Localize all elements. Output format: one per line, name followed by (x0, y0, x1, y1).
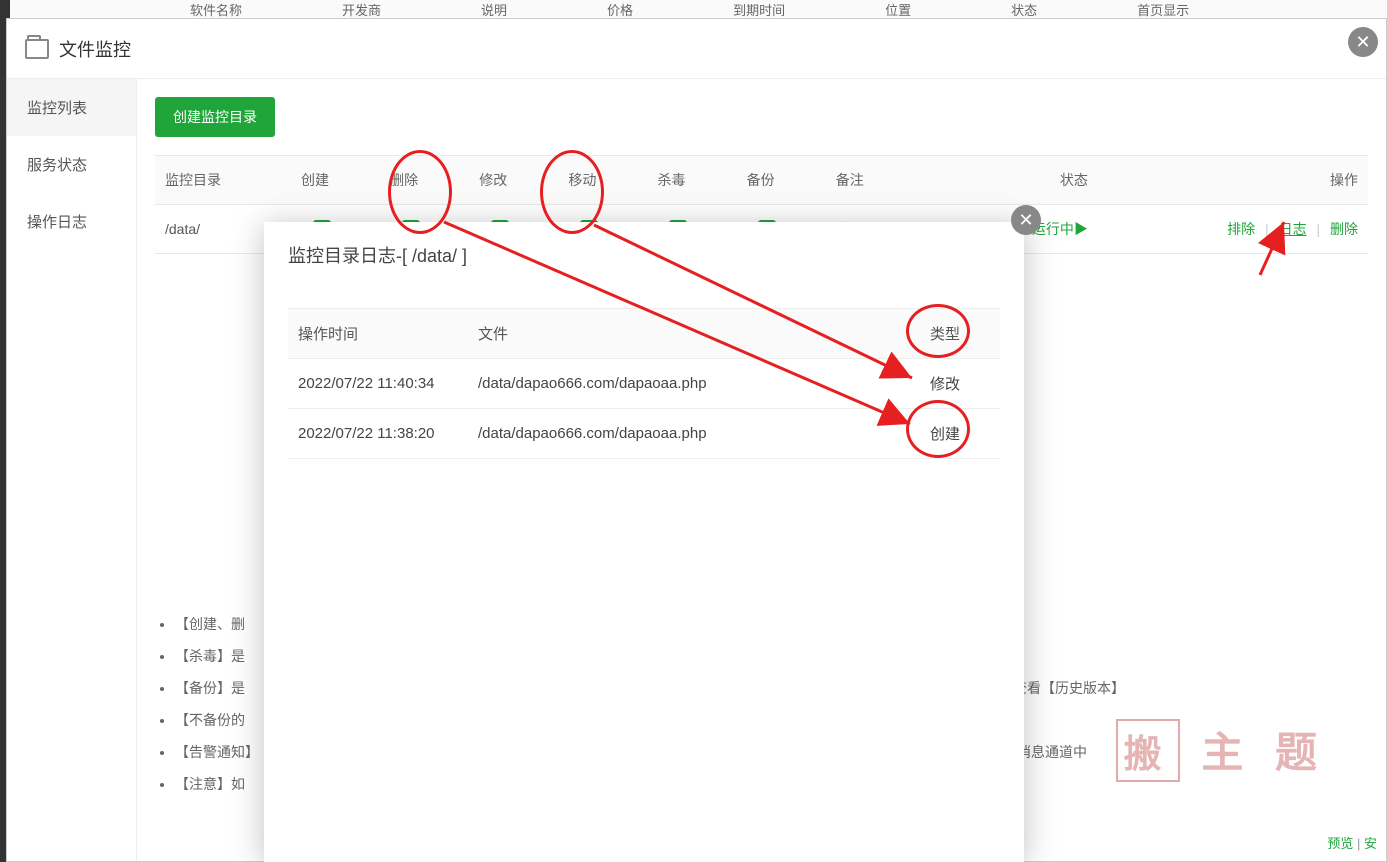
log-row: 2022/07/22 11:38:20 /data/dapao666.com/d… (288, 409, 1000, 459)
th-modify: 修改 (469, 156, 558, 205)
bg-header-row: 软件名称 开发商 说明 价格 到期时间 位置 状态 首页显示 (10, 0, 1387, 20)
footer-preview[interactable]: 预览 (1327, 836, 1353, 851)
th-backup: 备份 (737, 156, 826, 205)
nav-monitor-list[interactable]: 监控列表 (7, 79, 136, 136)
log-row: 2022/07/22 11:40:34 /data/dapao666.com/d… (288, 359, 1000, 409)
log-th-type: 类型 (920, 309, 1000, 359)
log-time: 2022/07/22 11:40:34 (288, 359, 468, 409)
nav-service-status[interactable]: 服务状态 (7, 136, 136, 193)
panel-close-button[interactable]: ✕ (1348, 27, 1378, 57)
th-virus: 杀毒 (648, 156, 737, 205)
side-nav: 监控列表 服务状态 操作日志 (7, 79, 137, 861)
modal-title: 监控目录日志-[ /data/ ] (264, 222, 1024, 288)
bg-col: 开发商 (342, 0, 381, 19)
log-table: 操作时间 文件 类型 2022/07/22 11:40:34 /data/dap… (288, 308, 1000, 459)
bg-col: 软件名称 (190, 0, 242, 19)
bg-col: 首页显示 (1137, 0, 1189, 19)
log-header-row: 操作时间 文件 类型 (288, 309, 1000, 359)
th-status: 状态 (962, 156, 1098, 205)
modal-body: 操作时间 文件 类型 2022/07/22 11:40:34 /data/dap… (264, 288, 1024, 479)
bg-col: 价格 (607, 0, 633, 19)
log-file: /data/dapao666.com/dapaoaa.php (468, 359, 920, 409)
action-log[interactable]: 日志 (1279, 221, 1307, 237)
note-text: 【告警通知】 (175, 744, 259, 760)
log-file: /data/dapao666.com/dapaoaa.php (468, 409, 920, 459)
bg-col: 状态 (1011, 0, 1037, 19)
sep: | (1265, 221, 1269, 237)
modal-close-button[interactable]: ✕ (1011, 205, 1041, 235)
action-delete[interactable]: 删除 (1330, 221, 1358, 237)
action-exclude[interactable]: 排除 (1227, 221, 1255, 237)
bg-col: 说明 (481, 0, 507, 19)
table-header-row: 监控目录 创建 删除 修改 移动 杀毒 备份 备注 状态 操作 (155, 156, 1368, 205)
th-move: 移动 (558, 156, 647, 205)
panel-title: 文件监控 (59, 36, 131, 62)
create-monitor-button[interactable]: 创建监控目录 (155, 97, 275, 137)
sep: | (1316, 221, 1320, 237)
log-time: 2022/07/22 11:38:20 (288, 409, 468, 459)
bg-col: 位置 (885, 0, 911, 19)
th-remark: 备注 (826, 156, 962, 205)
th-create: 创建 (291, 156, 380, 205)
cell-actions: 排除 | 日志 | 删除 (1098, 205, 1368, 254)
log-modal: ✕ 监控目录日志-[ /data/ ] 操作时间 文件 类型 2022/07/2… (264, 222, 1024, 862)
footer-sep: | (1353, 836, 1364, 851)
log-type: 创建 (920, 409, 1000, 459)
log-type: 修改 (920, 359, 1000, 409)
footer-links: 预览 | 安 (1327, 833, 1377, 852)
th-action: 操作 (1098, 156, 1368, 205)
th-dir: 监控目录 (155, 156, 291, 205)
bg-col: 到期时间 (733, 0, 785, 19)
panel-header: 文件监控 (7, 19, 1386, 79)
th-delete: 删除 (380, 156, 469, 205)
footer-other[interactable]: 安 (1364, 836, 1377, 851)
log-th-file: 文件 (468, 309, 920, 359)
folder-icon (25, 39, 49, 59)
note-text: 【备份】是 (175, 680, 245, 696)
log-th-time: 操作时间 (288, 309, 468, 359)
nav-operation-log[interactable]: 操作日志 (7, 193, 136, 250)
